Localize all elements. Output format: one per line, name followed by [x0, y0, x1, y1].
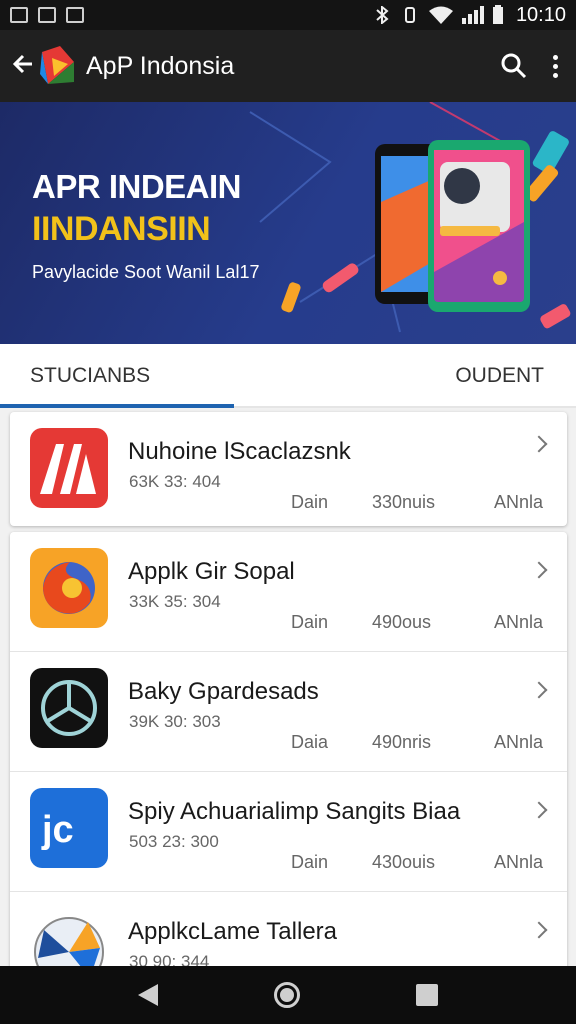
app-meta: 63K 33: 404 [129, 472, 221, 491]
battery-icon [492, 5, 503, 24]
banner-subtitle: Pavylacide Soot Wanil Lal17 [32, 262, 260, 282]
list-item[interactable]: Baky Gpardesads 39K 30: 303 Daia 490nris… [10, 652, 567, 772]
tab-right[interactable]: OUDENT [455, 364, 544, 388]
arrow-left-icon[interactable] [12, 50, 38, 82]
nav-back-icon[interactable] [138, 984, 158, 1006]
tab-bar: STUCIANBS OUDENT [0, 344, 576, 408]
chevron-right-icon [530, 681, 548, 699]
app-col3: ANnla [493, 732, 543, 752]
app-col3: ANnla [493, 852, 543, 872]
tab-left[interactable]: STUCIANBS [30, 364, 150, 388]
list-item[interactable]: Applk Gir Sopal 33K 35: 304 Dain 490ous … [10, 532, 567, 652]
bluetooth-icon [376, 6, 389, 24]
mail-notification-icon [66, 7, 84, 23]
app-name: ApplkcLame Tallera [128, 918, 338, 945]
status-bar: 10:10 [0, 0, 576, 30]
app-meta: 503 23: 300 [129, 832, 219, 851]
chevron-right-icon [530, 435, 548, 453]
status-time: 10:10 [515, 3, 566, 26]
banner-title-highlight: IINDANSIIN [32, 210, 211, 248]
more-vert-icon[interactable] [553, 54, 558, 78]
chevron-right-icon [530, 561, 548, 579]
system-nav-bar [0, 966, 576, 1024]
chevron-right-icon [530, 921, 548, 939]
app-col2: 430ouis [372, 852, 436, 872]
promo-banner[interactable]: APR INDEAIN IINDANSIIN Pavylacide Soot W… [0, 102, 576, 344]
signal-icon [461, 6, 484, 24]
svg-text:jc: jc [41, 809, 74, 851]
app-col1: Dain [291, 492, 329, 512]
nav-home-icon[interactable] [274, 982, 300, 1008]
tab-indicator [0, 404, 234, 408]
app-name: Baky Gpardesads [128, 678, 319, 705]
app-name: Nuhoine lScaclazsnk [128, 438, 351, 465]
app-col2: 490nris [372, 732, 432, 752]
app-col3: ANnla [493, 612, 543, 632]
app-meta: 33K 35: 304 [129, 592, 221, 611]
star-emblem-icon [30, 668, 108, 748]
red-a-icon [30, 428, 108, 508]
list-item[interactable]: Nuhoine lScaclazsnk 63K 33: 404 Dain 330… [10, 412, 567, 526]
app-col1: Daia [291, 732, 329, 752]
jc-letters-icon: jc [30, 788, 108, 868]
app-name: Applk Gir Sopal [128, 558, 295, 585]
notification-icon [10, 7, 28, 23]
list-item[interactable]: jc Spiy Achuarialimp Sangits Biaa 503 23… [10, 772, 567, 892]
fox-globe-icon [30, 548, 108, 628]
search-icon[interactable] [501, 53, 527, 79]
wifi-icon [428, 6, 453, 24]
app-col1: Dain [291, 852, 329, 872]
app-col2: 330nuis [372, 492, 436, 512]
app-col2: 490ous [372, 612, 432, 632]
banner-title: APR INDEAIN [32, 168, 242, 205]
app-title: ApP Indonsia [86, 51, 235, 80]
chevron-right-icon [530, 801, 548, 819]
image-notification-icon [38, 7, 56, 23]
app-list: Nuhoine lScaclazsnk 63K 33: 404 Dain 330… [10, 412, 567, 1012]
nav-recents-icon[interactable] [416, 984, 438, 1006]
app-name: Spiy Achuarialimp Sangits Biaa [128, 798, 461, 825]
app-col3: ANnla [493, 492, 543, 512]
app-col1: Dain [291, 612, 329, 632]
vibrate-icon [404, 7, 415, 23]
app-logo-icon [40, 46, 74, 84]
app-meta: 39K 30: 303 [129, 712, 221, 731]
app-bar: ApP Indonsia [0, 30, 576, 102]
